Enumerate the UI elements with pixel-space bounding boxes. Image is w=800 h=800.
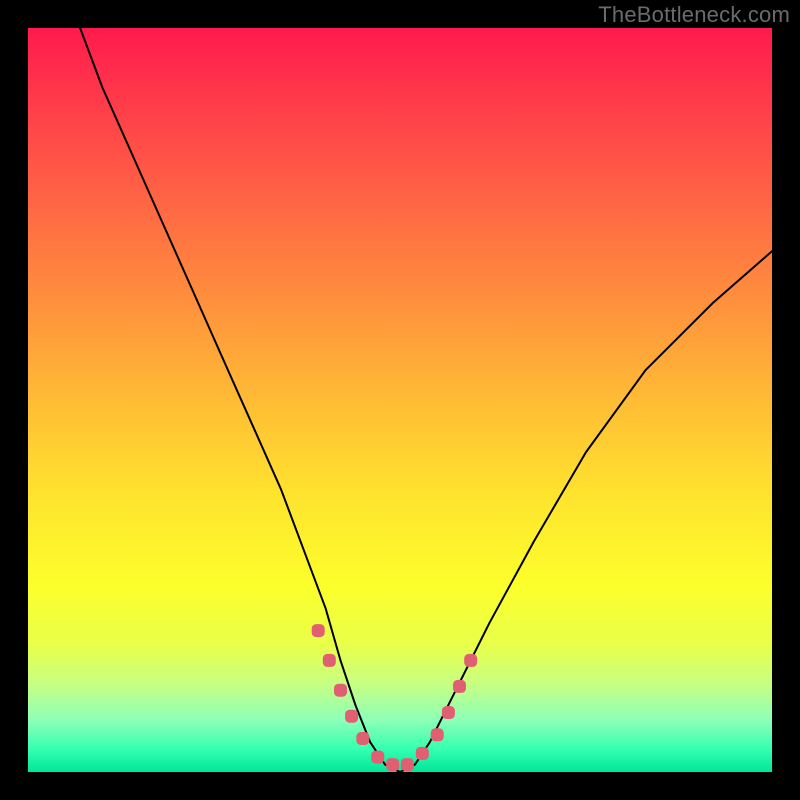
curve-marker (401, 758, 414, 771)
curve-marker (464, 654, 477, 667)
curve-marker (371, 751, 384, 764)
curve-marker (334, 684, 347, 697)
curve-marker (312, 624, 325, 637)
watermark-text: TheBottleneck.com (598, 2, 790, 28)
curve-layer (28, 28, 772, 772)
curve-marker (442, 706, 455, 719)
curve-marker (416, 747, 429, 760)
curve-marker (345, 710, 358, 723)
curve-marker (453, 680, 466, 693)
curve-marker (431, 728, 444, 741)
plot-area (28, 28, 772, 772)
chart-frame: TheBottleneck.com (0, 0, 800, 800)
curve-marker (323, 654, 336, 667)
bottleneck-curve (80, 28, 772, 772)
curve-marker (386, 758, 399, 771)
curve-marker (356, 732, 369, 745)
